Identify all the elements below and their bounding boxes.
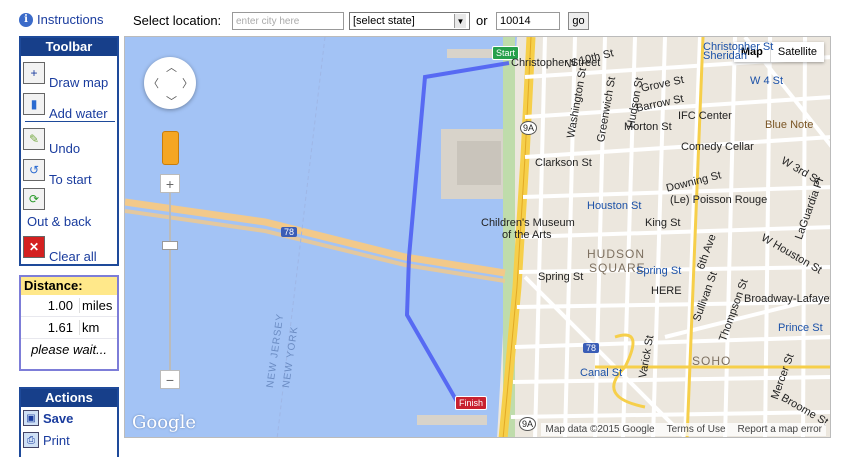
out-and-back-icon: ⟳ — [23, 188, 45, 210]
info-icon: i — [19, 12, 33, 27]
zoom-out-button[interactable]: − — [160, 370, 180, 389]
clear-all-label: Clear all — [49, 249, 97, 264]
toolbar-title: Toolbar — [21, 38, 117, 56]
undo-button[interactable]: ✎ Undo — [23, 128, 80, 156]
map-type-satellite-button[interactable]: Satellite — [771, 42, 824, 62]
eraser-icon: ✎ — [23, 128, 45, 150]
pan-down-icon[interactable]: ﹀ — [166, 93, 177, 109]
pier-40-roof — [457, 141, 501, 185]
pan-control[interactable]: ︿ ﹀ 〈 〉 — [144, 57, 196, 109]
out-back-button[interactable]: Out & back — [27, 214, 91, 229]
map-label: Clarkson St — [535, 157, 592, 169]
pan-left-icon[interactable]: 〈 — [148, 75, 159, 91]
add-water-label: Add water — [49, 106, 108, 121]
toolbar-panel: Toolbar + Draw map ▮ Add water ✎ Undo ↺ … — [19, 36, 119, 266]
water-bottle-icon: ▮ — [23, 93, 45, 115]
map-label: HERE — [651, 285, 682, 297]
map-label: (Le) Poisson Rouge — [670, 194, 768, 206]
actions-title: Actions — [21, 389, 117, 407]
map-attribution: Map data ©2015 Google Terms of Use Repor… — [541, 423, 826, 436]
zoom-in-button[interactable]: + — [160, 174, 180, 193]
map-label: Comedy Cellar — [681, 141, 754, 153]
pier-south — [417, 415, 487, 425]
distance-miles-unit: miles — [79, 298, 117, 313]
route-map[interactable]: ︿ ﹀ 〈 〉 + − Map Satellite Start Finish C… — [124, 36, 831, 438]
state-select[interactable]: [select state] ▼ — [349, 12, 470, 30]
distance-status: please wait... — [31, 342, 107, 357]
map-label: Children's Museum — [481, 217, 575, 229]
finish-marker[interactable]: Finish — [455, 396, 488, 410]
interstate-78-shield: 78 — [583, 343, 600, 353]
map-label: Blue Note — [765, 119, 814, 131]
map-label: Houston St — [587, 200, 642, 212]
map-label: King St — [645, 217, 681, 229]
distance-km-unit: km — [79, 320, 117, 335]
map-canvas — [125, 37, 830, 437]
save-button[interactable]: ▣ Save — [21, 407, 117, 429]
state-select-value: [select state] — [353, 15, 415, 27]
print-button[interactable]: ⎙ Print — [21, 429, 117, 451]
out-back-icon-button[interactable]: ⟳ — [23, 188, 45, 210]
map-label: HUDSON — [587, 247, 646, 261]
distance-miles-value: 1.00 — [47, 298, 73, 313]
map-label: SOHO — [692, 354, 732, 368]
pan-right-icon[interactable]: 〉 — [182, 75, 193, 91]
report-map-error-link[interactable]: Report a map error — [738, 424, 822, 435]
map-label: Spring St — [538, 271, 584, 283]
interstate-78-shield: 78 — [281, 227, 298, 237]
toolbar-divider — [25, 121, 115, 122]
clear-all-button[interactable]: ✕ Clear all — [23, 236, 97, 264]
floppy-disk-icon: ▣ — [23, 410, 39, 426]
pan-up-icon[interactable]: ︿ — [166, 59, 177, 75]
distance-miles-row: 1.00 miles — [21, 295, 117, 317]
street-view-pegman-icon[interactable] — [162, 131, 179, 165]
map-label: IFC Center — [678, 110, 732, 122]
zoom-slider-track[interactable] — [169, 193, 171, 375]
map-label: Sheridan — [703, 50, 748, 62]
go-button[interactable]: go — [568, 12, 589, 30]
map-label: W 4 St — [750, 75, 784, 87]
actions-panel: Actions ▣ Save ⎙ Print — [19, 387, 119, 457]
terms-of-use-link[interactable]: Terms of Use — [667, 424, 726, 435]
draw-map-button[interactable]: + Draw map — [23, 62, 108, 90]
route-9a-shield: 9A — [520, 121, 538, 135]
print-label: Print — [43, 432, 70, 448]
draw-map-label: Draw map — [49, 75, 109, 90]
map-label: Prince St — [778, 322, 823, 334]
map-label: of the Arts — [502, 229, 552, 241]
map-label: Canal St — [580, 367, 623, 379]
printer-icon: ⎙ — [23, 432, 39, 448]
undo-label: Undo — [49, 141, 81, 156]
add-water-button[interactable]: ▮ Add water — [23, 93, 108, 121]
to-start-button[interactable]: ↺ To start — [23, 159, 92, 187]
google-logo: Google — [132, 412, 196, 433]
chevron-down-icon: ▼ — [454, 14, 466, 28]
distance-km-value: 1.61 — [47, 320, 73, 335]
crosshair-icon: + — [23, 62, 45, 84]
route-9a-shield: 9A — [519, 417, 537, 431]
instructions-link[interactable]: i Instructions — [19, 12, 103, 27]
distance-km-row: 1.61 km — [21, 317, 117, 339]
clear-x-icon: ✕ — [23, 236, 45, 258]
city-input[interactable] — [232, 12, 344, 30]
zoom-control: + − — [160, 174, 180, 394]
or-label: or — [476, 13, 488, 28]
map-label: Broadway-Lafayet — [744, 293, 831, 305]
select-location-label: Select location: — [133, 13, 222, 28]
zoom-slider-thumb[interactable] — [162, 241, 178, 250]
distance-title: Distance: — [21, 277, 117, 295]
return-arrow-icon: ↺ — [23, 159, 45, 181]
out-back-label: Out & back — [27, 214, 92, 229]
location-bar: i Instructions Select location: [select … — [0, 0, 842, 34]
map-data-attribution: Map data ©2015 Google — [545, 424, 655, 435]
to-start-label: To start — [49, 172, 92, 187]
zip-input[interactable] — [496, 12, 560, 30]
map-label: Spring St — [636, 265, 682, 277]
distance-panel: Distance: 1.00 miles 1.61 km please wait… — [19, 275, 119, 371]
save-label: Save — [43, 410, 74, 426]
instructions-label: Instructions — [37, 12, 104, 27]
